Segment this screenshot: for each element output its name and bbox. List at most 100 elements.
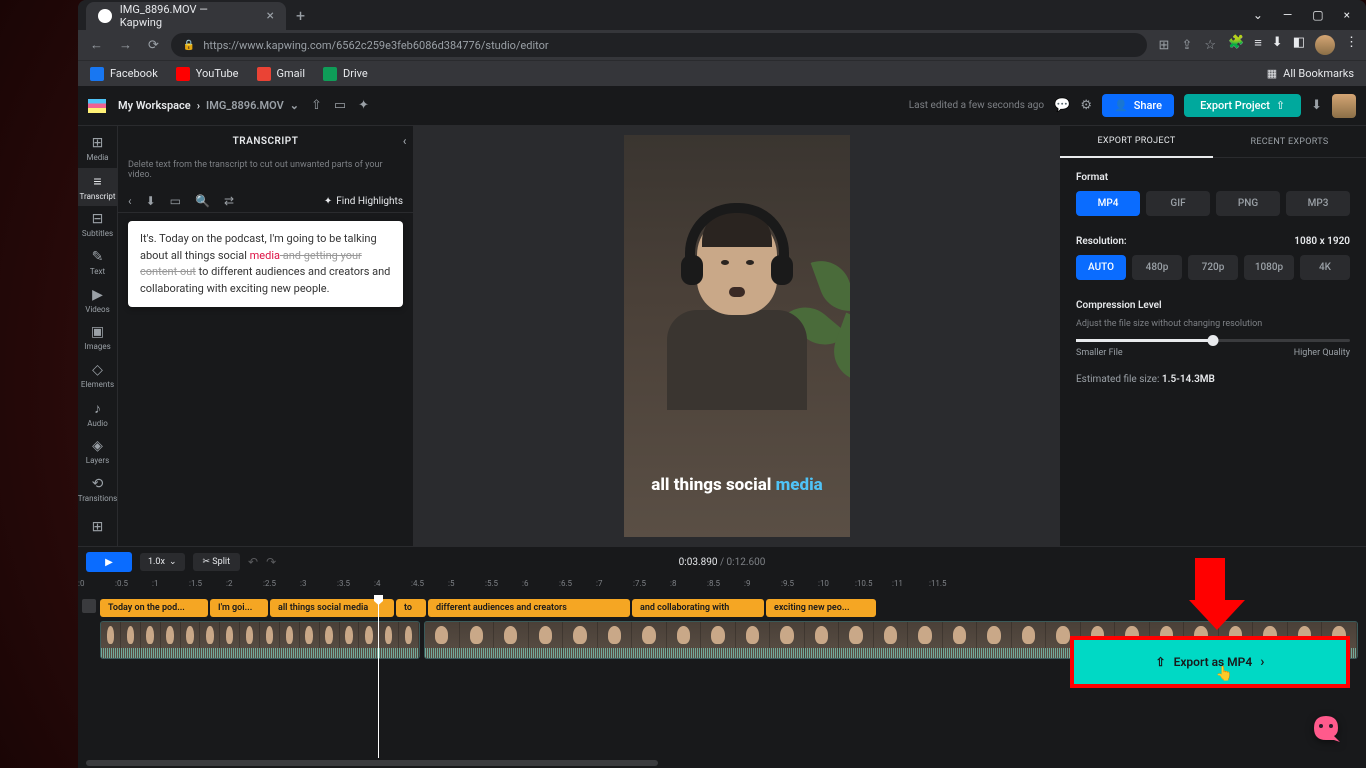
kebab-menu-icon[interactable]: ⋮ [1345, 35, 1358, 55]
redo-timeline-icon[interactable]: ↷ [266, 555, 276, 569]
tool-text[interactable]: ✎Text [78, 243, 117, 281]
subtitle-clip[interactable]: to [396, 599, 426, 617]
canvas-stage: all things social media [414, 126, 1060, 546]
profile-avatar[interactable] [1315, 35, 1335, 55]
play-button[interactable]: ▶ [86, 552, 132, 572]
tool-elements[interactable]: ◇Elements [78, 357, 117, 395]
share-button[interactable]: 👤Share [1102, 94, 1174, 117]
browser-titlebar: IMG_8896.MOV — Kapwing × + ⌄ — ▢ × [78, 0, 1366, 30]
export-project-button[interactable]: Export Project⇧ [1184, 94, 1301, 117]
tool-transitions[interactable]: ⟲Transitions [78, 470, 117, 508]
reload-button[interactable]: ⟳ [144, 34, 163, 57]
video-preview[interactable]: all things social media [624, 135, 850, 537]
export-as-mp4-button[interactable]: ⇧ Export as MP4 👆 [1070, 636, 1350, 688]
format-mp3[interactable]: MP3 [1286, 191, 1350, 216]
install-app-icon[interactable]: ⊞ [1159, 38, 1170, 53]
export-panel: EXPORT PROJECT RECENT EXPORTS Format MP4… [1060, 126, 1366, 546]
res-1080p[interactable]: 1080p [1244, 255, 1294, 280]
res-480p[interactable]: 480p [1132, 255, 1182, 280]
present-icon[interactable]: ▭ [334, 98, 346, 113]
video-clip[interactable] [100, 621, 420, 659]
cursor-icon: 👆 [1215, 666, 1232, 682]
chevron-down-icon[interactable]: ⌄ [1253, 8, 1263, 22]
subtitle-clip[interactable]: Today on the pod... [100, 599, 208, 617]
settings-icon[interactable]: ⚙ [1080, 98, 1092, 113]
search-icon[interactable]: 🔍 [195, 194, 210, 208]
undo-icon[interactable]: ‹ [128, 194, 132, 208]
watermark-logo [1306, 708, 1346, 748]
tab-export-project[interactable]: EXPORT PROJECT [1060, 126, 1213, 158]
tool-more[interactable]: ⊞ [78, 508, 117, 546]
tab-close-icon[interactable]: × [267, 8, 274, 24]
comment-icon[interactable]: 💬 [1054, 98, 1070, 113]
replace-icon[interactable]: ⇄ [224, 194, 234, 208]
timeline-scrollbar[interactable] [78, 758, 1366, 768]
collapse-panel-icon[interactable]: ‹ [403, 134, 407, 148]
url-text: https://www.kapwing.com/6562c259e3feb608… [203, 39, 548, 52]
format-gif[interactable]: GIF [1146, 191, 1210, 216]
downloads-icon[interactable]: ⬇ [1272, 35, 1283, 55]
split-button[interactable]: ✂ Split [193, 553, 241, 571]
compression-slider[interactable] [1076, 339, 1350, 342]
tool-layers[interactable]: ◈Layers [78, 433, 117, 471]
res-auto[interactable]: AUTO [1076, 255, 1126, 280]
tool-transcript[interactable]: ≡Transcript [78, 168, 117, 206]
estimated-size: Estimated file size: 1.5-14.3MB [1076, 374, 1350, 385]
app-header: My Workspace› IMG_8896.MOV ⌄ ⇧ ▭ ✦ Last … [78, 86, 1366, 126]
subtitle-clip[interactable]: and collaborating with [632, 599, 764, 617]
last-edited-label: Last edited a few seconds ago [909, 100, 1044, 111]
tool-subtitles[interactable]: ⊟Subtitles [78, 206, 117, 244]
download-icon[interactable]: ⬇ [1311, 98, 1322, 113]
bookmarks-bar: Facebook YouTube Gmail Drive ▦All Bookma… [78, 60, 1366, 86]
minimize-icon[interactable]: — [1283, 8, 1292, 22]
res-4k[interactable]: 4K [1300, 255, 1350, 280]
url-bar[interactable]: 🔒 https://www.kapwing.com/6562c259e3feb6… [171, 33, 1147, 57]
all-bookmarks-button[interactable]: ▦All Bookmarks [1267, 67, 1354, 80]
share-url-icon[interactable]: ⇪ [1181, 38, 1192, 53]
app-icon[interactable]: ◧ [1293, 35, 1305, 55]
kapwing-logo[interactable] [88, 99, 106, 113]
tab-favicon [98, 9, 112, 23]
subtitle-clip[interactable]: different audiences and creators [428, 599, 630, 617]
bookmark-drive[interactable]: Drive [323, 67, 368, 81]
maximize-icon[interactable]: ▢ [1312, 8, 1323, 22]
tool-videos[interactable]: ▶Videos [78, 281, 117, 319]
format-png[interactable]: PNG [1216, 191, 1280, 216]
transcript-panel: TRANSCRIPT ‹ Delete text from the transc… [118, 126, 414, 546]
bookmark-star-icon[interactable]: ☆ [1204, 38, 1216, 53]
reading-list-icon[interactable]: ≡ [1254, 35, 1262, 55]
user-avatar[interactable] [1332, 94, 1356, 118]
format-label: Format [1076, 172, 1350, 183]
speed-selector[interactable]: 1.0x⌄ [140, 553, 185, 571]
extensions-icon[interactable]: 🧩 [1228, 35, 1244, 55]
upload-icon[interactable]: ⇧ [311, 98, 322, 113]
subtitle-clip[interactable]: I'm goi... [210, 599, 268, 617]
tool-rail: ⊞Media ≡Transcript ⊟Subtitles ✎Text ▶Vid… [78, 126, 118, 546]
playhead[interactable] [378, 595, 379, 758]
slider-max-label: Higher Quality [1294, 348, 1350, 358]
back-button[interactable]: ← [86, 33, 107, 57]
subtitle-clip[interactable]: exciting new peo... [766, 599, 876, 617]
layout-icon[interactable]: ▭ [170, 194, 181, 208]
new-tab-button[interactable]: + [286, 6, 315, 25]
format-mp4[interactable]: MP4 [1076, 191, 1140, 216]
close-window-icon[interactable]: × [1344, 8, 1350, 22]
forward-button[interactable]: → [115, 33, 136, 57]
res-720p[interactable]: 720p [1188, 255, 1238, 280]
track-toggle-icon[interactable] [82, 599, 96, 613]
find-highlights-button[interactable]: ✦Find Highlights [324, 196, 403, 207]
sparkle-icon[interactable]: ✦ [358, 98, 369, 113]
tool-audio[interactable]: ♪Audio [78, 395, 117, 433]
bookmark-facebook[interactable]: Facebook [90, 67, 158, 81]
tab-recent-exports[interactable]: RECENT EXPORTS [1213, 126, 1366, 158]
breadcrumb[interactable]: My Workspace› IMG_8896.MOV ⌄ [118, 99, 299, 112]
compression-desc: Adjust the file size without changing re… [1076, 319, 1350, 329]
tool-media[interactable]: ⊞Media [78, 130, 117, 168]
undo-timeline-icon[interactable]: ↶ [248, 555, 258, 569]
download-transcript-icon[interactable]: ⬇ [146, 194, 156, 208]
bookmark-gmail[interactable]: Gmail [257, 67, 305, 81]
transcript-text[interactable]: It's. Today on the podcast, I'm going to… [128, 221, 403, 307]
browser-tab[interactable]: IMG_8896.MOV — Kapwing × [86, 2, 286, 30]
tool-images[interactable]: ▣Images [78, 319, 117, 357]
bookmark-youtube[interactable]: YouTube [176, 67, 239, 81]
